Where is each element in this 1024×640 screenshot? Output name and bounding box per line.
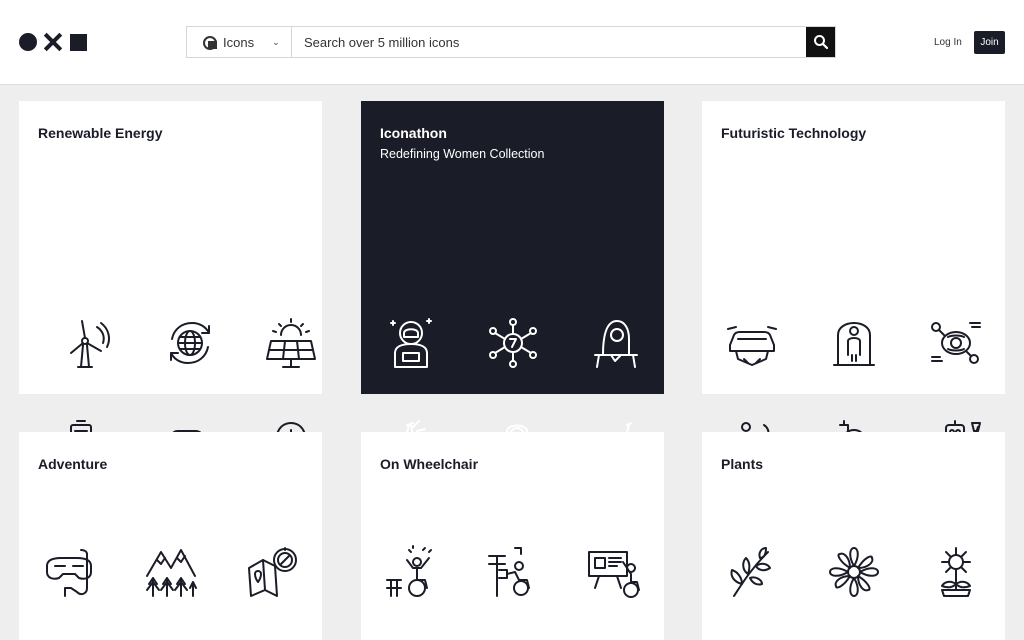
- logo[interactable]: [19, 33, 87, 51]
- snorkel-mask-icon: [41, 544, 97, 600]
- search-button[interactable]: [806, 27, 835, 57]
- login-link[interactable]: Log In: [934, 37, 962, 48]
- leafy-branch-icon: [724, 544, 780, 600]
- teleport-capsule-icon: [826, 315, 882, 371]
- collection-card-futuristic-technology[interactable]: Futuristic Technology: [702, 101, 1005, 470]
- flower-icon: [826, 544, 882, 600]
- search-icon: [813, 35, 828, 50]
- collection-card-adventure[interactable]: Adventure: [19, 432, 322, 640]
- wheelchair-sign-icon: [485, 544, 541, 600]
- wheelchair-celebrate-icon: [383, 544, 439, 600]
- search-type-dropdown[interactable]: Icons ⌄: [187, 27, 292, 57]
- globe-recycle-icon: [162, 315, 218, 371]
- mountains-forest-icon: [143, 544, 199, 600]
- search-type-label: Icons: [223, 34, 255, 50]
- search-bar: Icons ⌄: [186, 26, 836, 58]
- square-icon: [70, 33, 87, 51]
- circle-icon: [19, 33, 37, 51]
- chevron-down-icon: ⌄: [272, 36, 280, 47]
- wheelchair-presentation-icon: [587, 544, 643, 600]
- join-button[interactable]: Join: [974, 31, 1005, 54]
- collection-card-plants[interactable]: Plants: [702, 432, 1005, 640]
- solar-panel-icon: [263, 315, 319, 371]
- brain-network-icon: [928, 315, 984, 371]
- network-woman-icon: [485, 315, 541, 371]
- shapes-icon: [203, 35, 217, 50]
- astronaut-icon: [383, 315, 439, 371]
- cross-icon: [44, 33, 62, 51]
- top-bar: Icons ⌄ Log In Join: [0, 0, 1024, 85]
- collection-card-on-wheelchair[interactable]: On Wheelchair: [361, 432, 664, 640]
- hijab-woman-icon: [587, 315, 643, 371]
- collection-card-renewable-energy[interactable]: Renewable Energy: [19, 101, 322, 470]
- flying-car-icon: [724, 315, 780, 371]
- map-compass-icon: [245, 544, 301, 600]
- collection-card-iconathon[interactable]: Iconathon Redefining Women Collection: [361, 101, 664, 470]
- sunflower-pot-icon: [928, 544, 984, 600]
- search-input[interactable]: [292, 27, 806, 57]
- wind-turbine-icon: [61, 315, 117, 371]
